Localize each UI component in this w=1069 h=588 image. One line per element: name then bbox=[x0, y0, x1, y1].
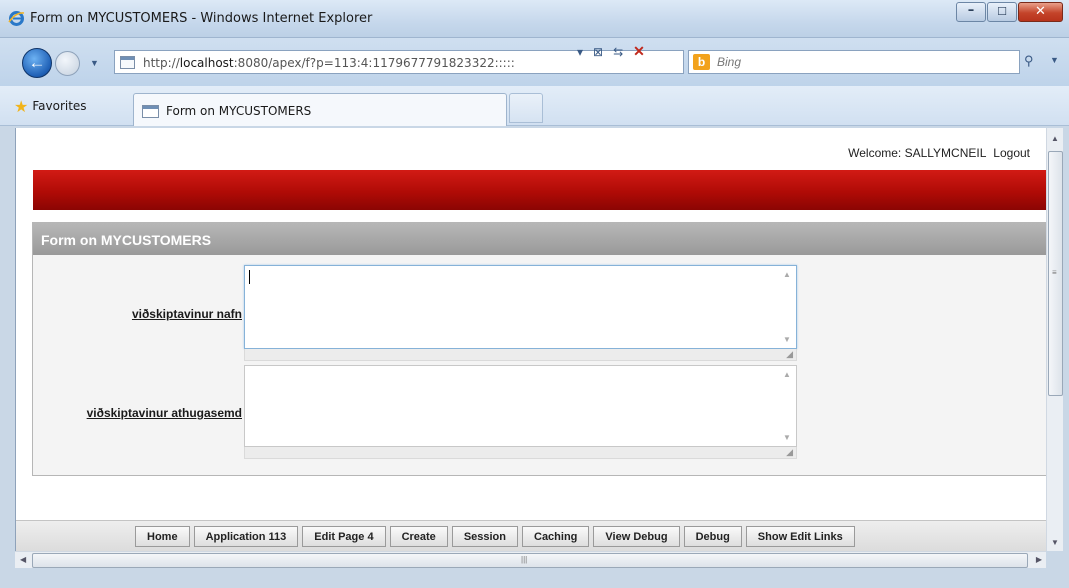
dev-home-button[interactable]: Home bbox=[135, 526, 190, 547]
dev-application-button[interactable]: Application 113 bbox=[193, 526, 299, 547]
favorites-button[interactable]: ★ Favorites bbox=[14, 96, 87, 116]
minimize-button[interactable]: – bbox=[956, 2, 986, 22]
scroll-down-icon[interactable]: ▼ bbox=[1051, 538, 1059, 547]
url-rest: :8080/apex/f?p=113:4:1179677791823322:::… bbox=[233, 56, 515, 70]
favorites-bar: ★ Favorites Form on MYCUSTOMERS bbox=[0, 86, 1069, 126]
scroll-down-icon: ▼ bbox=[783, 433, 791, 442]
customer-name-label[interactable]: viðskiptavinur nafn bbox=[132, 307, 242, 321]
scroll-up-icon: ▲ bbox=[783, 370, 791, 379]
scrollbar-thumb[interactable]: ||| bbox=[32, 553, 1028, 568]
developer-toolbar: Home Application 113 Edit Page 4 Create … bbox=[16, 520, 1046, 551]
customer-comment-label[interactable]: viðskiptavinur athugasemd bbox=[87, 406, 242, 420]
page-horizontal-scrollbar[interactable]: ◀ ||| ▶ bbox=[15, 551, 1046, 568]
address-tools: ▾ ⊠ ⇆ ✕ bbox=[577, 43, 645, 60]
refresh-icon[interactable]: ⇆ bbox=[613, 45, 623, 59]
search-box[interactable]: b Bing bbox=[688, 50, 1020, 74]
window-controls: – ☐ ✕ bbox=[955, 2, 1063, 22]
star-icon: ★ bbox=[14, 96, 29, 116]
recent-pages-dropdown-icon[interactable]: ▼ bbox=[90, 58, 99, 68]
dev-show-edit-links-button[interactable]: Show Edit Links bbox=[745, 526, 855, 547]
arrow-left-icon: ← bbox=[28, 53, 46, 72]
search-icon[interactable]: ⚲ bbox=[1024, 53, 1034, 69]
bing-icon: b bbox=[693, 54, 710, 70]
scroll-down-icon: ▼ bbox=[783, 335, 791, 344]
url-prefix: http:// bbox=[143, 56, 180, 70]
window-frame-bottom bbox=[0, 568, 1069, 588]
grip-icon: ≡ bbox=[1052, 268, 1057, 277]
text-caret bbox=[249, 270, 250, 284]
maximize-icon: ☐ bbox=[997, 5, 1007, 18]
address-dropdown-icon[interactable]: ▾ bbox=[577, 45, 583, 59]
textarea-scrollbar[interactable]: ▲ ▼ bbox=[779, 266, 796, 348]
scroll-up-icon[interactable]: ▲ bbox=[1051, 134, 1059, 143]
grip-icon: ||| bbox=[521, 555, 528, 564]
scroll-up-icon: ▲ bbox=[783, 270, 791, 279]
close-icon: ✕ bbox=[1035, 4, 1046, 19]
dev-edit-page-button[interactable]: Edit Page 4 bbox=[302, 526, 386, 547]
minimize-icon: – bbox=[967, 3, 975, 18]
dev-session-button[interactable]: Session bbox=[451, 526, 518, 547]
page-icon bbox=[120, 56, 135, 69]
resize-grip-icon[interactable]: ◢ bbox=[786, 447, 793, 458]
page-vertical-scrollbar[interactable]: ▲ ≡ ▼ bbox=[1046, 128, 1063, 551]
tab-label: Form on MYCUSTOMERS bbox=[166, 104, 312, 118]
developer-buttons: Home Application 113 Edit Page 4 Create … bbox=[135, 526, 855, 547]
customer-comment-textarea[interactable]: ▲ ▼ bbox=[244, 365, 797, 447]
browser-tab[interactable]: Form on MYCUSTOMERS bbox=[133, 93, 507, 126]
page-icon bbox=[142, 105, 159, 118]
search-placeholder: Bing bbox=[717, 55, 742, 69]
navigation-bar: ← ▼ http://localhost:8080/apex/f?p=113:4… bbox=[0, 38, 1069, 86]
stop-icon[interactable]: ✕ bbox=[633, 43, 645, 60]
dev-view-debug-button[interactable]: View Debug bbox=[593, 526, 680, 547]
search-options-dropdown-icon[interactable]: ▼ bbox=[1050, 55, 1059, 65]
internet-explorer-icon bbox=[8, 11, 25, 26]
close-button[interactable]: ✕ bbox=[1018, 2, 1063, 22]
window-titlebar: Form on MYCUSTOMERS - Windows Internet E… bbox=[0, 0, 1069, 38]
scroll-right-icon[interactable]: ▶ bbox=[1036, 555, 1042, 564]
window-title: Form on MYCUSTOMERS - Windows Internet E… bbox=[30, 11, 373, 26]
scroll-left-icon[interactable]: ◀ bbox=[20, 555, 26, 564]
url-text[interactable]: http://localhost:8080/apex/f?p=113:4:117… bbox=[143, 56, 515, 70]
dev-caching-button[interactable]: Caching bbox=[522, 526, 590, 547]
dev-create-button[interactable]: Create bbox=[389, 526, 448, 547]
forward-button[interactable] bbox=[55, 51, 80, 76]
textarea-scrollbar[interactable]: ▲ ▼ bbox=[779, 366, 796, 446]
welcome-area: Welcome: SALLYMCNEIL Logout bbox=[844, 146, 1030, 160]
region-title: Form on MYCUSTOMERS bbox=[33, 223, 1046, 255]
favorites-label: Favorites bbox=[32, 99, 87, 113]
customer-name-textarea[interactable]: ▲ ▼ bbox=[244, 265, 797, 349]
new-tab-button[interactable] bbox=[509, 93, 543, 123]
scrollbar-thumb[interactable]: ≡ bbox=[1048, 151, 1063, 396]
back-button[interactable]: ← bbox=[22, 48, 52, 78]
compatibility-view-icon[interactable]: ⊠ bbox=[593, 45, 603, 59]
header-banner bbox=[33, 170, 1046, 210]
dev-debug-button[interactable]: Debug bbox=[683, 526, 742, 547]
welcome-text: Welcome: SALLYMCNEIL bbox=[848, 146, 986, 160]
form-region: Form on MYCUSTOMERS viðskiptavinur nafn … bbox=[32, 222, 1046, 476]
window-frame-left bbox=[0, 126, 15, 588]
logout-link[interactable]: Logout bbox=[993, 146, 1030, 160]
resize-grip-icon[interactable]: ◢ bbox=[786, 349, 793, 360]
url-host: localhost bbox=[179, 56, 234, 70]
page-viewport: Welcome: SALLYMCNEIL Logout Form on MYCU… bbox=[15, 128, 1046, 551]
textarea-resize-bar[interactable]: ◢ bbox=[244, 447, 797, 459]
maximize-button[interactable]: ☐ bbox=[987, 2, 1017, 22]
textarea-resize-bar[interactable]: ◢ bbox=[244, 349, 797, 361]
